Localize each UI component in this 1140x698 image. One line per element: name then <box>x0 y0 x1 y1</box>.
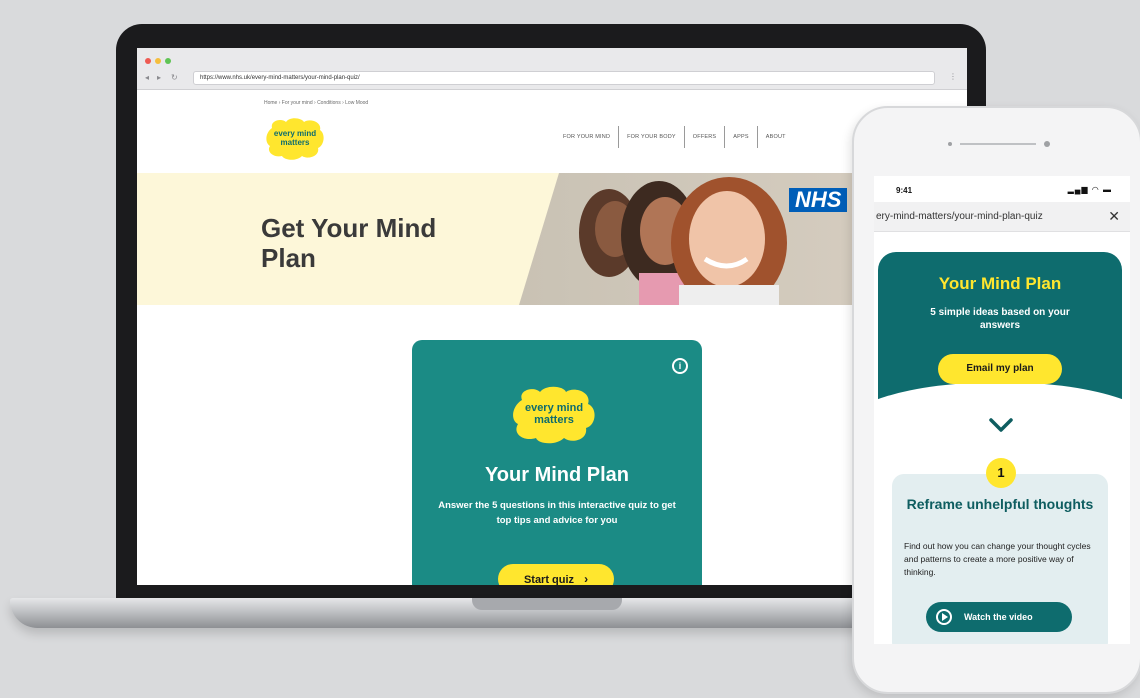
watch-video-label: Watch the video <box>964 612 1033 622</box>
watch-video-button[interactable]: Watch the video <box>926 602 1072 632</box>
tip-title: Reframe unhelpful thoughts <box>906 496 1094 512</box>
browser-menu-icon[interactable]: ⋮ <box>949 72 957 81</box>
play-icon <box>936 609 952 625</box>
start-quiz-button[interactable]: Start quiz › <box>498 564 614 585</box>
address-bar[interactable]: https://www.nhs.uk/every-mind-matters/yo… <box>193 71 935 85</box>
site-nav: FOR YOUR MIND FOR YOUR BODY OFFERS APPS … <box>555 126 794 148</box>
laptop-notch <box>472 598 622 610</box>
phone-screen: 9:41 ▂▄▆ ◠ ▬ ery-mind-matters/your-mind-… <box>874 176 1130 644</box>
quiz-title: Your Mind Plan <box>484 464 630 486</box>
laptop-screen: ◂ ▸ ↻ https://www.nhs.uk/every-mind-matt… <box>137 48 967 585</box>
quiz-logo-line1: every mind <box>525 402 583 414</box>
info-icon[interactable]: i <box>672 358 688 374</box>
quiz-logo-line2: matters <box>534 414 574 426</box>
window-minimize-dot[interactable] <box>155 58 161 64</box>
mind-plan-header: Your Mind Plan 5 simple ideas based on y… <box>878 252 1122 410</box>
nav-about[interactable]: ABOUT <box>756 126 794 148</box>
tip-card: Reframe unhelpful thoughts Find out how … <box>892 474 1108 644</box>
phone-camera <box>1044 141 1050 147</box>
phone-url-text: ery-mind-matters/your-mind-plan-quiz <box>876 211 1043 222</box>
forward-icon[interactable]: ▸ <box>157 74 161 82</box>
step-number-badge: 1 <box>986 458 1016 488</box>
status-time: 9:41 <box>896 186 913 195</box>
nav-offers[interactable]: OFFERS <box>683 126 725 148</box>
close-icon[interactable]: ✕ <box>1108 208 1120 225</box>
browser-toolbar: ◂ ▸ ↻ https://www.nhs.uk/every-mind-matt… <box>137 48 967 90</box>
chevron-down-icon[interactable] <box>988 416 1014 434</box>
header-curve <box>878 382 1122 410</box>
logo-text-line1: every mind <box>274 129 316 138</box>
window-close-dot[interactable] <box>145 58 151 64</box>
nav-apps[interactable]: APPS <box>724 126 756 148</box>
hero-title: Get Your Mind Plan <box>261 213 437 273</box>
hero-banner: Get Your Mind Plan NHS <box>137 173 967 305</box>
nav-for-your-mind[interactable]: FOR YOUR MIND <box>555 126 618 148</box>
phone-frame: 9:41 ▂▄▆ ◠ ▬ ery-mind-matters/your-mind-… <box>852 106 1140 694</box>
plan-subtitle: 5 simple ideas based on your answers <box>930 307 1070 331</box>
back-icon[interactable]: ◂ <box>145 74 149 82</box>
status-icons: ▂▄▆ ◠ ▬ <box>1067 185 1112 194</box>
email-plan-button[interactable]: Email my plan <box>938 354 1062 384</box>
quiz-description: Answer the 5 questions in this interacti… <box>438 500 676 526</box>
quiz-card: i every mind matters Your Mind Plan Answ… <box>412 340 702 585</box>
phone-sensor <box>948 142 952 146</box>
breadcrumb[interactable]: Home › For your mind › Conditions › Low … <box>264 100 368 106</box>
window-maximize-dot[interactable] <box>165 58 171 64</box>
quiz-logo: every mind matters <box>513 386 595 444</box>
every-mind-matters-logo[interactable]: every mind matters <box>264 116 326 160</box>
reload-icon[interactable]: ↻ <box>171 74 178 82</box>
plan-title: Your Mind Plan <box>938 274 1062 293</box>
chevron-right-icon: › <box>584 572 589 585</box>
phone-address-bar[interactable]: ery-mind-matters/your-mind-plan-quiz ✕ <box>874 202 1130 232</box>
nav-for-your-body[interactable]: FOR YOUR BODY <box>618 126 684 148</box>
tip-text: Find out how you can change your thought… <box>904 541 1091 577</box>
start-quiz-label: Start quiz <box>523 574 575 585</box>
phone-speaker <box>960 143 1036 145</box>
nhs-logo[interactable]: NHS <box>789 188 848 212</box>
logo-text-line2: matters <box>281 138 310 147</box>
